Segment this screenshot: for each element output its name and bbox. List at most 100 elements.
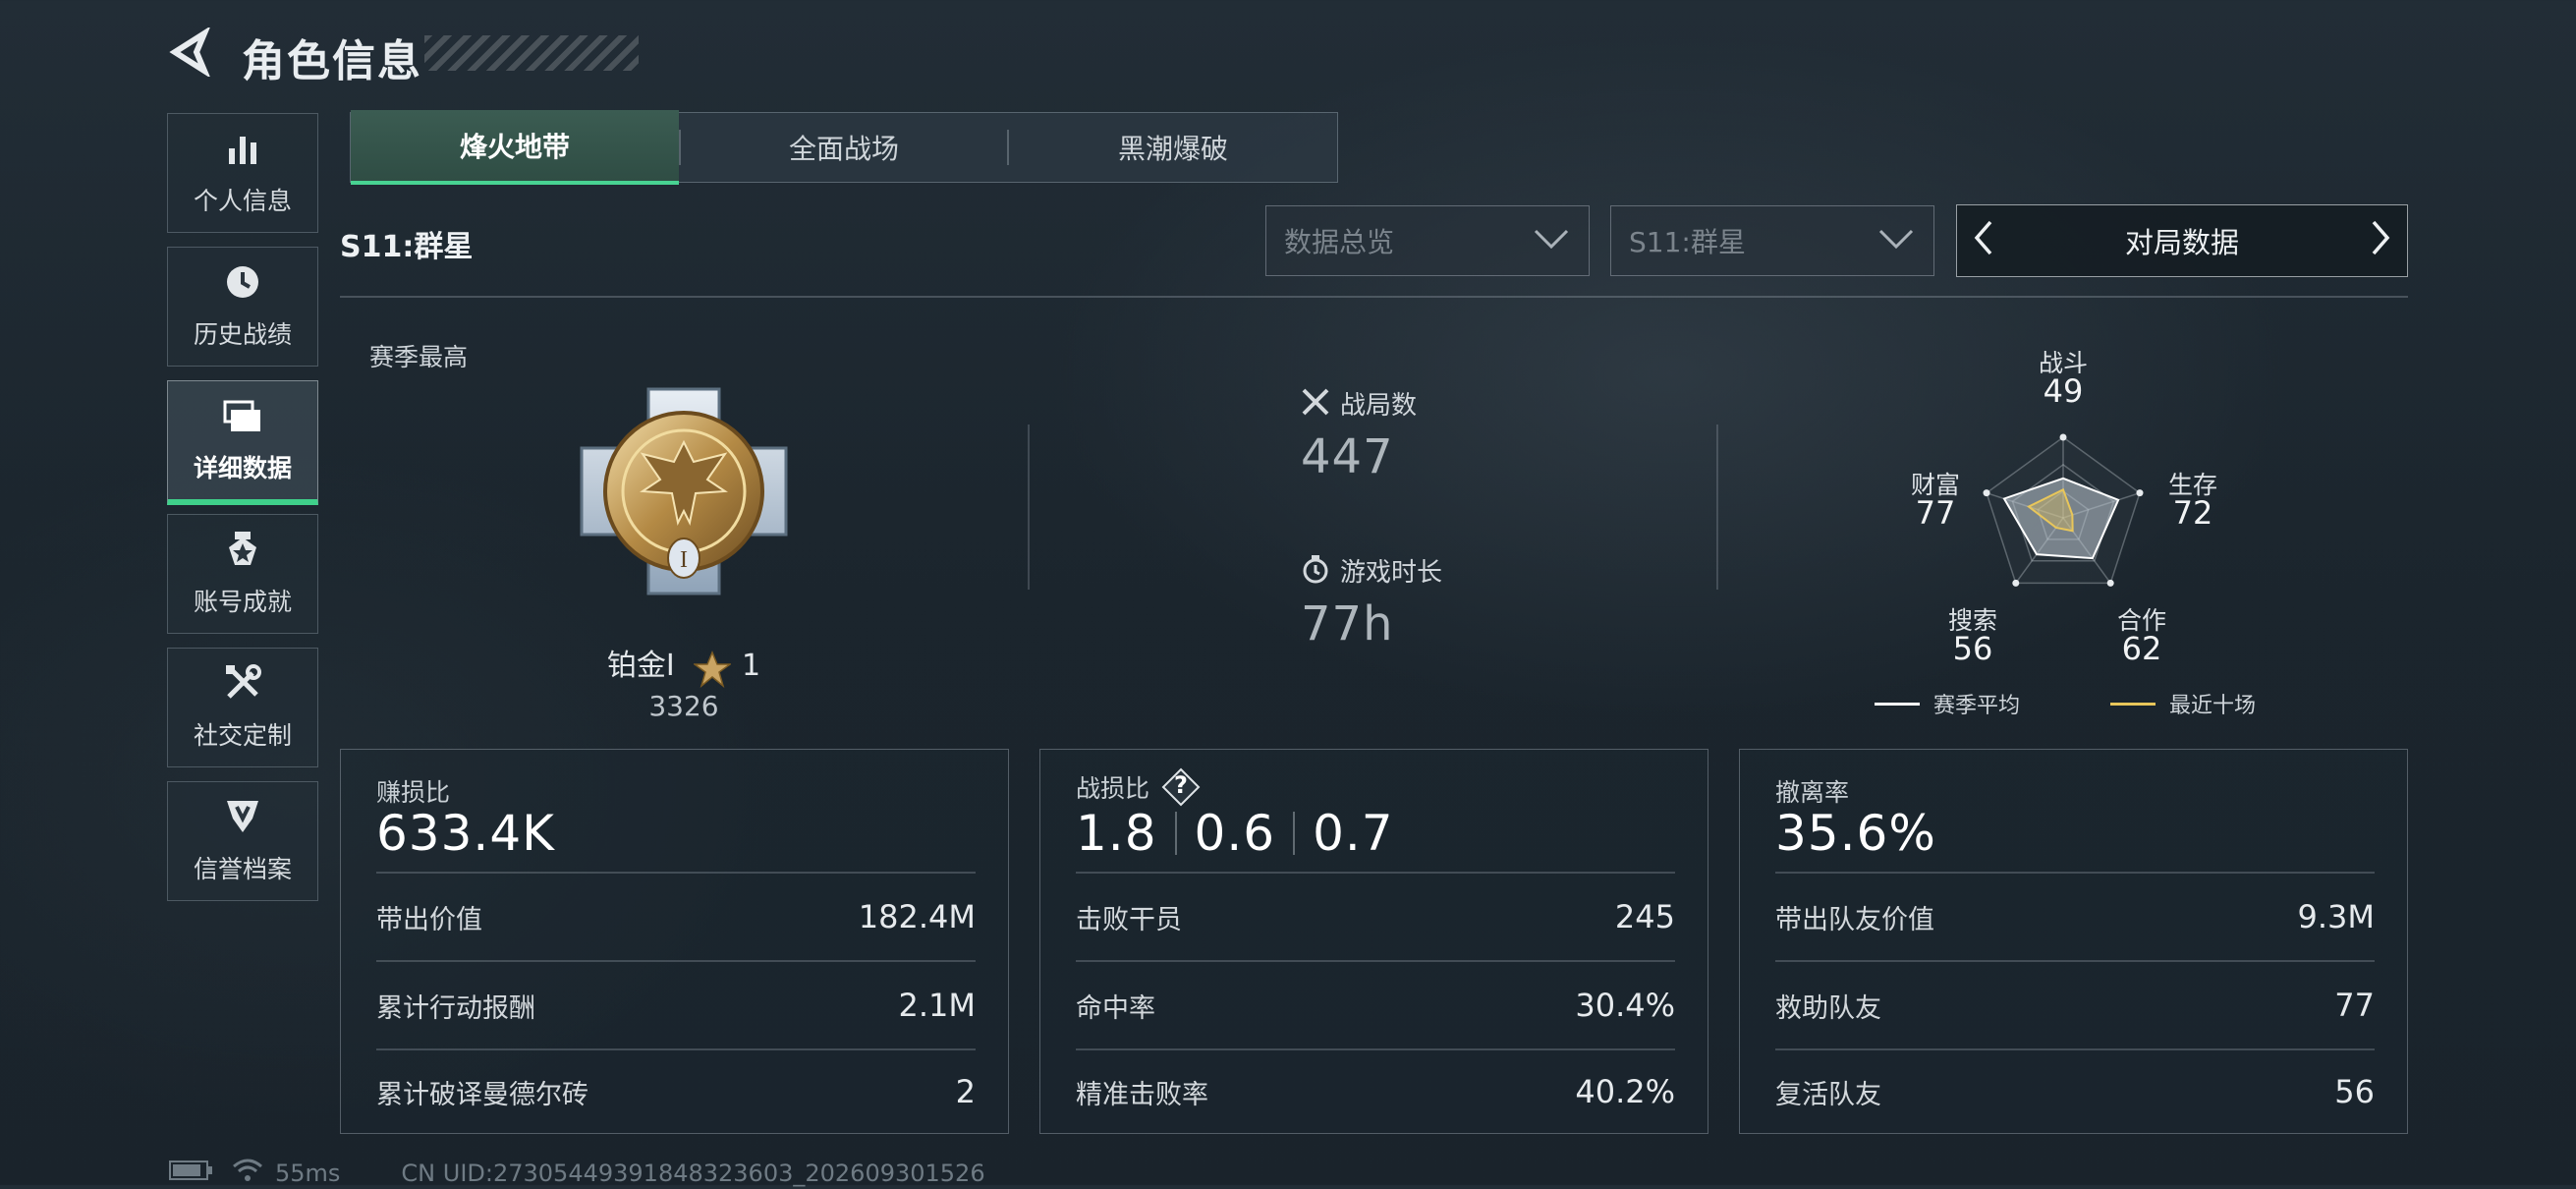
data-type-selector: 对局数据: [1956, 204, 2408, 277]
kd-value-1: 1.8: [1076, 805, 1157, 862]
rank-name: 铂金Ⅰ: [606, 649, 675, 683]
data-overview-dropdown[interactable]: 数据总览: [1265, 205, 1590, 276]
radar-legend: 赛季平均 最近十场: [1875, 688, 2256, 719]
rank-badge-icon: I: [578, 385, 790, 597]
vertical-divider: [1716, 425, 1718, 590]
stat-row: 命中率 30.4%: [1076, 987, 1675, 1024]
medal-icon: [223, 530, 262, 573]
radar-axis-search: 搜索 56: [1947, 606, 1997, 667]
card-big-value: 633.4K: [376, 805, 555, 862]
stat-row: 复活队友 56: [1775, 1073, 2375, 1110]
radar-axis-dot: [2106, 579, 2114, 587]
clock-icon: [223, 262, 262, 306]
chevron-right-icon[interactable]: [2366, 218, 2395, 264]
sidebar-item-label: 信誉档案: [193, 855, 292, 883]
tab-quanmian[interactable]: 全面战场: [681, 112, 1007, 183]
matches-stat: 战局数 447: [1301, 385, 1417, 484]
matches-value: 447: [1301, 429, 1394, 484]
battery-icon: [169, 1160, 214, 1187]
row-divider: [1775, 872, 2375, 874]
sidebar-item-achievements[interactable]: 账号成就: [167, 514, 318, 634]
tab-fenghuo[interactable]: 烽火地带: [351, 110, 679, 185]
stat-row: 累计破译曼德尔砖 2: [376, 1073, 976, 1110]
mode-tabs: 烽火地带 全面战场 黑潮爆破: [350, 110, 1338, 185]
sidebar-item-history[interactable]: 历史战绩: [167, 247, 318, 367]
help-icon[interactable]: ?: [1161, 767, 1201, 807]
sidebar-item-label: 个人信息: [193, 187, 292, 215]
kd-ratio-card: 战损比 ? 1.8 0.6 0.7 击败干员 245 命中率 30.4% 精准击败率…: [1039, 749, 1708, 1134]
row-divider: [1076, 960, 1675, 962]
legend-swatch-season-avg: [1875, 702, 1920, 706]
kd-separator: [1293, 812, 1296, 855]
chevron-down-icon: [1532, 225, 1571, 257]
row-divider: [1076, 872, 1675, 874]
playtime-label: 游戏时长: [1340, 558, 1443, 588]
kd-separator: [1174, 812, 1177, 855]
tools-icon: [223, 663, 262, 707]
kd-value-3: 0.7: [1313, 805, 1394, 862]
tab-heichao[interactable]: 黑潮爆破: [1009, 112, 1337, 183]
dropdown-value: S11:群星: [1629, 226, 1746, 258]
legend-recent: 最近十场: [2169, 694, 2257, 718]
sidebar-item-detailed-data[interactable]: 详细数据: [167, 380, 318, 505]
rank-caption: 赛季最高: [369, 343, 469, 371]
radar-axis-wealth: 财富 77: [1910, 471, 1960, 532]
sidebar-item-social-custom[interactable]: 社交定制: [167, 648, 318, 767]
rank-info: 铂金Ⅰ 1: [550, 641, 817, 692]
card-label: 赚损比: [376, 778, 451, 807]
title-decoration: [424, 35, 639, 71]
radar-axis-dot: [1983, 489, 1990, 497]
back-arrow-icon[interactable]: [167, 28, 216, 77]
bar-chart-icon: [223, 129, 262, 172]
radar-chart: 战斗 49 生存 72 合作 62 搜索 56 财富 77: [1867, 346, 2260, 729]
sidebar-item-label: 账号成就: [193, 588, 292, 616]
dropdown-value: 数据总览: [1284, 226, 1395, 258]
kd-values: 1.8 0.6 0.7: [1076, 805, 1394, 862]
stat-row: 救助队友 77: [1775, 987, 2375, 1024]
extraction-rate-card: 撤离率 35.6% 带出队友价值 9.3M 救助队友 77 复活队友 56: [1739, 749, 2408, 1134]
card-label: 战损比: [1076, 774, 1150, 803]
page-title: 角色信息: [242, 36, 422, 86]
stat-row: 带出队友价值 9.3M: [1775, 898, 2375, 935]
radar-axis-dot: [2012, 579, 2020, 587]
rank-stars: 1: [741, 649, 761, 683]
svg-text:I: I: [680, 547, 688, 573]
card-label: 撤离率: [1775, 778, 1850, 807]
sidebar-item-label: 社交定制: [193, 721, 292, 750]
radar-axis-dot: [2059, 433, 2067, 441]
matches-label: 战局数: [1340, 391, 1418, 421]
stat-row: 精准击败率 40.2%: [1076, 1073, 1675, 1110]
radar-axis-combat: 战斗 49: [2038, 349, 2088, 410]
radar-axis-dot: [2136, 489, 2144, 497]
stopwatch-icon: [1301, 554, 1330, 588]
status-bar: 55ms CN UID:2730544939184832360­3_202609…: [169, 1158, 985, 1189]
shield-badge-icon: [223, 797, 262, 840]
stat-row: 击败干员 245: [1076, 898, 1675, 935]
chevron-down-icon: [1876, 225, 1916, 257]
crossed-swords-icon: [1301, 387, 1330, 421]
sidebar-item-personal-info[interactable]: 个人信息: [167, 113, 318, 233]
legend-season-avg: 赛季平均: [1933, 694, 2021, 718]
kd-value-2: 0.6: [1194, 805, 1276, 862]
star-icon: [692, 650, 733, 692]
section-divider: [340, 296, 2408, 298]
sidebar-item-reputation[interactable]: 信誉档案: [167, 781, 318, 901]
row-divider: [376, 872, 976, 874]
folder-icon: [221, 396, 264, 439]
card-big-value: 35.6%: [1775, 805, 1936, 862]
wifi-icon: [232, 1158, 263, 1189]
ping-value: 55ms: [275, 1160, 341, 1187]
row-divider: [376, 960, 976, 962]
stat-row: 带出价值 182.4M: [376, 898, 976, 935]
season-dropdown[interactable]: S11:群星: [1610, 205, 1934, 276]
sidebar-item-label: 详细数据: [193, 454, 292, 482]
vertical-divider: [1028, 425, 1030, 590]
profit-loss-card: 赚损比 633.4K 带出价值 182.4M 累计行动报酬 2.1M 累计破译曼德尔…: [340, 749, 1009, 1134]
stat-row: 累计行动报酬 2.1M: [376, 987, 976, 1024]
playtime-value: 77h: [1301, 596, 1394, 651]
selector-value: 对局数据: [2124, 226, 2239, 259]
chevron-left-icon[interactable]: [1969, 218, 1998, 264]
radar-axis-survival: 生存 72: [2167, 471, 2217, 532]
row-divider: [1775, 960, 2375, 962]
sidebar-item-label: 历史战绩: [193, 320, 292, 349]
